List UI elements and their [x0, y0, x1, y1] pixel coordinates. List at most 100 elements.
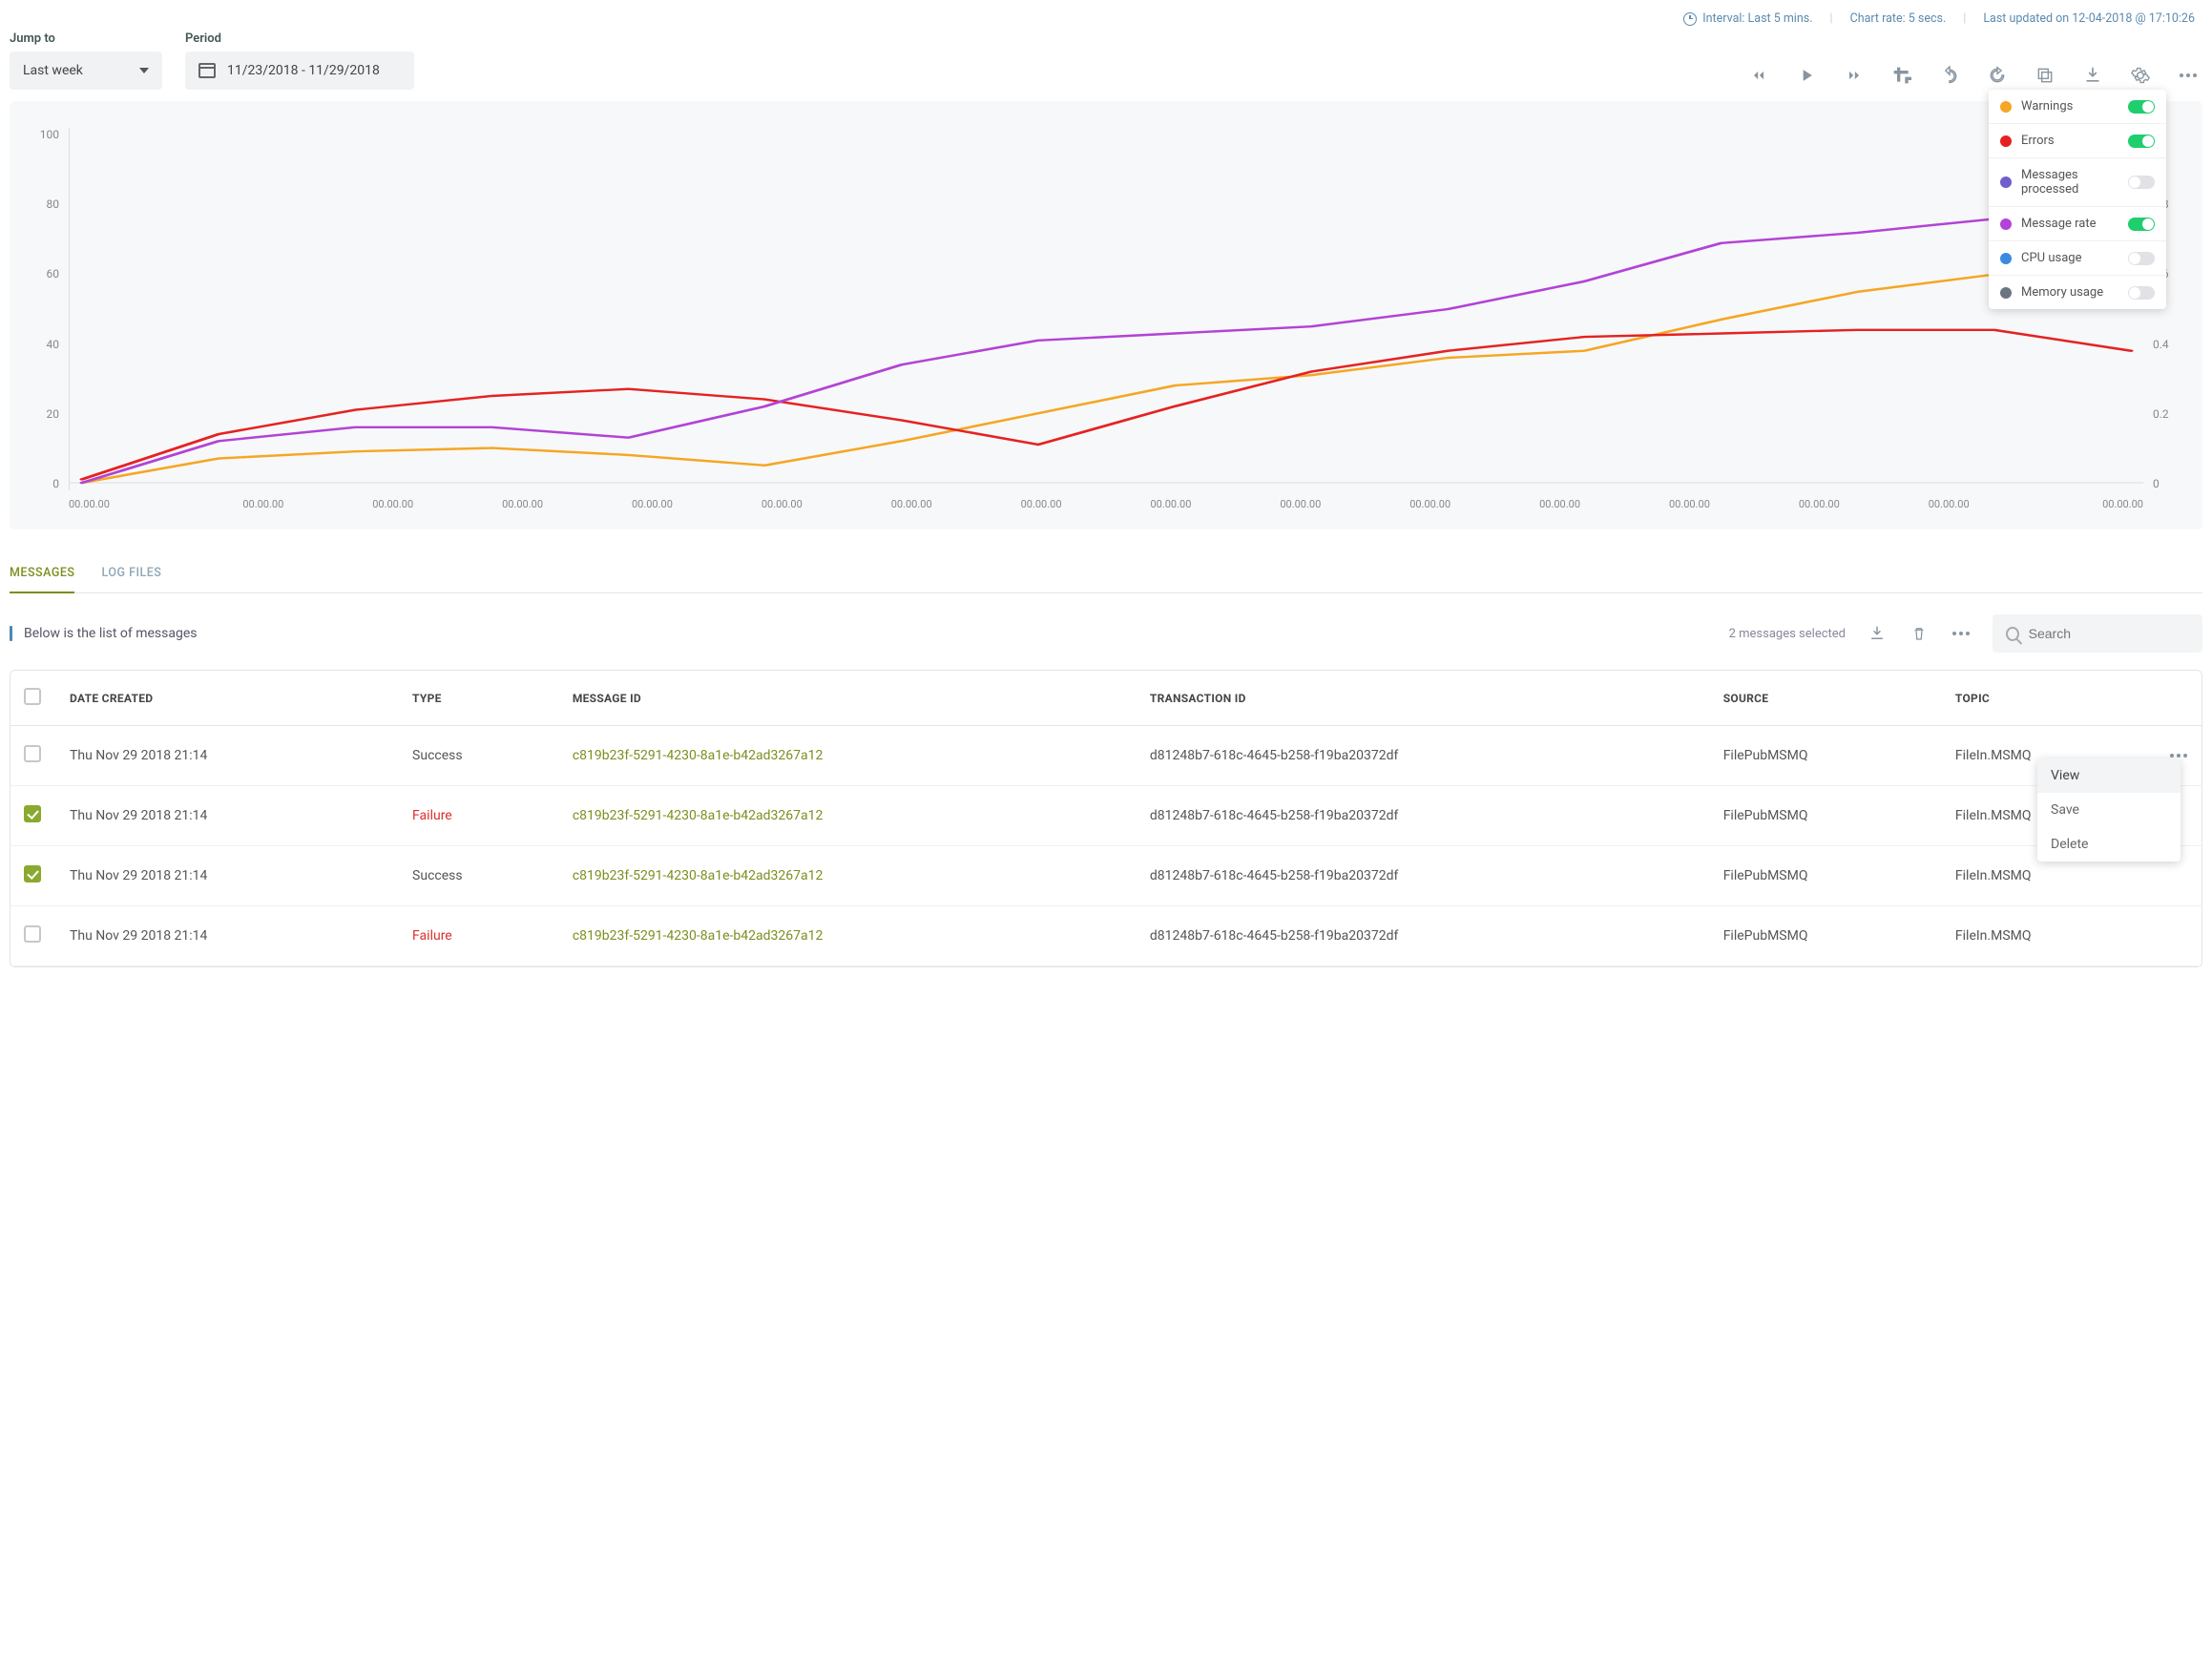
- legend-toggle[interactable]: [2128, 100, 2155, 114]
- cell-topic: FileIn.MSMQ: [1955, 808, 2032, 823]
- table-row[interactable]: Thu Nov 29 2018 21:14 Success c819b23f-529…: [10, 846, 2202, 906]
- col-source[interactable]: SOURCE: [1710, 671, 1942, 726]
- table-row[interactable]: Thu Nov 29 2018 21:14Failurec819b23f-529…: [10, 786, 2202, 846]
- list-header: Below is the list of messages 2 messages…: [10, 614, 2202, 653]
- legend-toggle[interactable]: [2128, 286, 2155, 300]
- chart-rate-text: Chart rate: 5 secs.: [1850, 11, 1947, 26]
- period-label: Period: [185, 31, 414, 46]
- legend-label: CPU usage: [2021, 251, 2118, 265]
- row-checkbox[interactable]: [24, 865, 41, 882]
- legend-dot-icon: [2000, 253, 2012, 264]
- legend-label: Memory usage: [2021, 285, 2118, 300]
- cell-date: Thu Nov 29 2018 21:14: [70, 868, 207, 883]
- divider: |: [1963, 11, 1966, 26]
- download-selected-button[interactable]: [1867, 623, 1888, 644]
- undo-button[interactable]: [1939, 65, 1960, 86]
- legend-item[interactable]: Warnings: [1989, 90, 2166, 124]
- search-input[interactable]: [2029, 626, 2189, 641]
- legend-item[interactable]: Errors: [1989, 124, 2166, 158]
- settings-button[interactable]: [2130, 65, 2151, 86]
- tab-messages[interactable]: MESSAGES: [10, 556, 74, 593]
- legend-label: Errors: [2021, 134, 2118, 148]
- y-axis-left: 100806040200: [27, 128, 69, 490]
- messages-table: DATE CREATED TYPE MESSAGE ID TRANSACTION…: [10, 671, 2202, 966]
- context-item-save[interactable]: Save: [2037, 793, 2181, 827]
- cell-type: Success: [412, 748, 463, 763]
- refresh-button[interactable]: [1987, 65, 2008, 86]
- jump-to-select[interactable]: Last week: [10, 52, 162, 90]
- legend-item[interactable]: CPU usage: [1989, 241, 2166, 276]
- last-updated-text: Last updated on 12-04-2018 @ 17:10:26: [1983, 11, 2195, 26]
- legend-item[interactable]: Message rate: [1989, 207, 2166, 241]
- col-topic[interactable]: TOPIC: [1942, 671, 2156, 726]
- select-all-checkbox[interactable]: [24, 688, 41, 705]
- left-controls: Jump to Last week Period 11/23/2018 - 11…: [10, 31, 414, 90]
- cell-type: Success: [412, 868, 463, 883]
- copy-button[interactable]: [2035, 65, 2055, 86]
- search-icon: [2006, 627, 2019, 641]
- chart-area: 100806040200 10.80.60.40.20 00.00.0000.0…: [10, 101, 2202, 529]
- clock-icon: [1683, 12, 1697, 26]
- cell-type: Failure: [412, 928, 452, 944]
- cell-source: FilePubMSMQ: [1723, 868, 1808, 883]
- cell-transaction-id: d81248b7-618c-4645-b258-f19ba20372df: [1150, 868, 1399, 883]
- crop-button[interactable]: [1891, 65, 1912, 86]
- jump-to-value: Last week: [23, 63, 83, 78]
- download-button[interactable]: [2082, 65, 2103, 86]
- col-type[interactable]: TYPE: [399, 671, 559, 726]
- search-box[interactable]: [1993, 614, 2202, 653]
- cell-date: Thu Nov 29 2018 21:14: [70, 808, 207, 823]
- more-button[interactable]: [2178, 65, 2199, 86]
- delete-selected-button[interactable]: [1909, 623, 1930, 644]
- play-button[interactable]: [1796, 65, 1817, 86]
- controls-row: Jump to Last week Period 11/23/2018 - 11…: [10, 28, 2202, 101]
- cell-message-id[interactable]: c819b23f-5291-4230-8a1e-b42ad3267a12: [573, 808, 824, 823]
- interval-status: Interval: Last 5 mins.: [1683, 11, 1812, 26]
- legend-item[interactable]: Memory usage: [1989, 276, 2166, 309]
- legend-dot-icon: [2000, 101, 2012, 113]
- row-checkbox[interactable]: [24, 745, 41, 762]
- list-title: Below is the list of messages: [24, 626, 198, 641]
- legend-dot-icon: [2000, 287, 2012, 299]
- cell-message-id[interactable]: c819b23f-5291-4230-8a1e-b42ad3267a12: [573, 868, 824, 883]
- legend-toggle[interactable]: [2128, 252, 2155, 265]
- cell-date: Thu Nov 29 2018 21:14: [70, 928, 207, 944]
- col-date-created[interactable]: DATE CREATED: [56, 671, 399, 726]
- chart-plot[interactable]: [69, 128, 2143, 490]
- cell-topic: FileIn.MSMQ: [1955, 928, 2032, 944]
- col-transaction-id[interactable]: TRANSACTION ID: [1137, 671, 1710, 726]
- legend-toggle[interactable]: [2128, 176, 2155, 189]
- status-bar: Interval: Last 5 mins. | Chart rate: 5 s…: [10, 10, 2202, 28]
- col-message-id[interactable]: MESSAGE ID: [559, 671, 1137, 726]
- calendar-icon: [198, 63, 216, 78]
- x-axis: 00.00.0000.00.0000.00.0000.00.0000.00.00…: [27, 498, 2185, 510]
- legend-toggle[interactable]: [2128, 135, 2155, 148]
- cell-date: Thu Nov 29 2018 21:14: [70, 748, 207, 763]
- row-checkbox[interactable]: [24, 925, 41, 943]
- row-checkbox[interactable]: [24, 805, 41, 822]
- legend-dot-icon: [2000, 135, 2012, 147]
- cell-transaction-id: d81248b7-618c-4645-b258-f19ba20372df: [1150, 928, 1399, 944]
- cell-source: FilePubMSMQ: [1723, 928, 1808, 944]
- table-row[interactable]: Thu Nov 29 2018 21:14 Success c819b23f-529…: [10, 726, 2202, 786]
- tab-log-files[interactable]: LOG FILES: [101, 556, 161, 593]
- last-page-button[interactable]: [1844, 65, 1865, 86]
- context-item-delete[interactable]: Delete: [2037, 827, 2181, 862]
- context-item-view[interactable]: View: [2037, 758, 2181, 793]
- divider: |: [1830, 11, 1833, 26]
- legend-label: Warnings: [2021, 99, 2118, 114]
- list-more-button[interactable]: [1951, 623, 1972, 644]
- caret-down-icon: [139, 68, 149, 73]
- legend-dot-icon: [2000, 176, 2012, 188]
- cell-message-id[interactable]: c819b23f-5291-4230-8a1e-b42ad3267a12: [573, 928, 824, 944]
- legend-toggle[interactable]: [2128, 218, 2155, 231]
- table-row[interactable]: Thu Nov 29 2018 21:14 Failure c819b23f-529…: [10, 906, 2202, 966]
- cell-message-id[interactable]: c819b23f-5291-4230-8a1e-b42ad3267a12: [573, 748, 824, 763]
- first-page-button[interactable]: [1748, 65, 1769, 86]
- row-more-button[interactable]: [2169, 754, 2188, 758]
- cell-topic: FileIn.MSMQ: [1955, 868, 2032, 883]
- cell-transaction-id: d81248b7-618c-4645-b258-f19ba20372df: [1150, 808, 1399, 823]
- row-context-menu[interactable]: View Save Delete: [2037, 758, 2181, 862]
- period-picker[interactable]: 11/23/2018 - 11/29/2018: [185, 52, 414, 90]
- legend-item[interactable]: Messages processed: [1989, 158, 2166, 207]
